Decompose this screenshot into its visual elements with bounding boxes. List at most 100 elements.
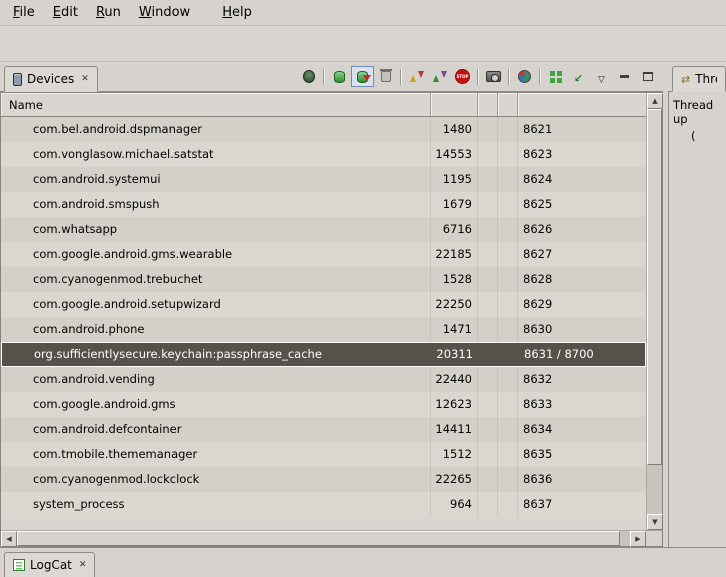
spacer-cell	[478, 117, 498, 142]
process-name-cell: system_process	[1, 492, 431, 517]
menu-window[interactable]: Window	[130, 1, 199, 24]
menu-edit[interactable]: Edit	[44, 1, 87, 24]
spacer-cell	[478, 242, 498, 267]
column-header-b[interactable]	[498, 93, 518, 116]
column-header-a[interactable]	[478, 93, 498, 116]
horizontal-scroll-thumb[interactable]	[17, 531, 620, 546]
spacer-cell	[478, 492, 498, 517]
table-row[interactable]: com.google.android.gms 12623 8633	[1, 392, 646, 417]
menu-help[interactable]: Help	[213, 1, 261, 24]
process-name-cell: com.android.defcontainer	[1, 417, 431, 442]
spacer-cell	[499, 343, 519, 366]
port-cell: 8623	[518, 142, 646, 167]
table-row[interactable]: com.android.vending 22440 8632	[1, 367, 646, 392]
tab-threads[interactable]: Threads	[672, 66, 726, 92]
table-row[interactable]: com.whatsapp 6716 8626	[1, 217, 646, 242]
table-row[interactable]: com.google.android.gms.wearable 22185 86…	[1, 242, 646, 267]
logcat-icon	[13, 559, 25, 571]
scroll-down-button[interactable]: ▼	[647, 514, 663, 530]
menu-file[interactable]: File	[4, 1, 44, 24]
table-row[interactable]: org.sufficientlysecure.keychain:passphra…	[1, 342, 646, 367]
system-info-button[interactable]	[513, 66, 536, 87]
close-icon[interactable]: ✕	[77, 561, 87, 570]
device-table-body: com.bel.android.dspmanager 1480 8621 com…	[1, 117, 646, 530]
table-row[interactable]: com.android.systemui 1195 8624	[1, 167, 646, 192]
pie-chart-icon	[518, 70, 531, 83]
spacer-cell	[478, 317, 498, 342]
view-menu-button[interactable]	[590, 66, 613, 87]
vertical-scrollbar[interactable]: ▲ ▼	[646, 93, 662, 530]
table-row[interactable]: com.google.android.setupwizard 22250 862…	[1, 292, 646, 317]
port-cell: 8633	[518, 392, 646, 417]
scroll-up-button[interactable]: ▲	[647, 93, 663, 109]
table-row[interactable]: com.tmobile.thememanager 1512 8635	[1, 442, 646, 467]
pid-cell: 1512	[431, 442, 478, 467]
spacer-cell	[478, 392, 498, 417]
vertical-scroll-track[interactable]	[647, 109, 662, 514]
port-cell: 8632	[518, 367, 646, 392]
tab-logcat[interactable]: LogCat ✕	[4, 552, 95, 577]
update-heap-button[interactable]	[328, 66, 351, 87]
scroll-left-button[interactable]: ◀	[1, 531, 17, 547]
vertical-scroll-thumb[interactable]	[647, 109, 662, 465]
column-header-pid[interactable]	[431, 93, 478, 116]
port-cell: 8634	[518, 417, 646, 442]
pid-cell: 14553	[431, 142, 478, 167]
opengl-trace-button[interactable]	[567, 66, 590, 87]
close-icon[interactable]: ✕	[79, 75, 89, 84]
toolbar-separator	[539, 69, 541, 85]
maximize-button[interactable]	[636, 66, 659, 87]
table-row[interactable]: com.android.defcontainer 14411 8634	[1, 417, 646, 442]
spacer-cell	[498, 242, 518, 267]
table-row[interactable]: com.bel.android.dspmanager 1480 8621	[1, 117, 646, 142]
process-name-cell: com.cyanogenmod.trebuchet	[1, 267, 431, 292]
table-row[interactable]: com.android.phone 1471 8630	[1, 317, 646, 342]
process-name-cell: com.android.systemui	[1, 167, 431, 192]
table-header: Name	[1, 93, 646, 117]
method-profiling-button[interactable]	[428, 66, 451, 87]
devices-tabbar: Devices ✕	[0, 62, 663, 92]
table-row[interactable]: com.cyanogenmod.trebuchet 1528 8628	[1, 267, 646, 292]
minimize-button[interactable]	[613, 66, 636, 87]
port-cell: 8630	[518, 317, 646, 342]
screen-capture-button[interactable]	[482, 66, 505, 87]
table-row[interactable]: system_process 964 8637	[1, 492, 646, 517]
menu-run[interactable]: Run	[87, 1, 130, 24]
spacer-cell	[498, 217, 518, 242]
spacer-cell	[478, 167, 498, 192]
pid-cell: 964	[431, 492, 478, 517]
process-name-cell: com.bel.android.dspmanager	[1, 117, 431, 142]
spacer-cell	[478, 417, 498, 442]
horizontal-scrollbar[interactable]: ◀ ▶	[1, 531, 646, 546]
column-header-name[interactable]: Name	[1, 93, 431, 116]
scroll-right-button[interactable]: ▶	[630, 531, 646, 547]
scrollbar-corner	[646, 531, 662, 546]
spacer-cell	[498, 192, 518, 217]
pid-cell: 1679	[431, 192, 478, 217]
table-row[interactable]: com.cyanogenmod.lockclock 22265 8636	[1, 467, 646, 492]
threads-tabbar: Threads	[668, 62, 726, 92]
debug-process-button[interactable]	[297, 66, 320, 87]
table-row[interactable]: com.vonglasow.michael.satstat 14553 8623	[1, 142, 646, 167]
capture-systrace-button[interactable]	[544, 66, 567, 87]
spacer-cell	[498, 367, 518, 392]
heap-icon	[334, 71, 345, 83]
dump-hprof-button[interactable]	[351, 66, 374, 87]
column-header-port[interactable]	[518, 93, 646, 116]
cause-gc-button[interactable]	[374, 66, 397, 87]
tab-devices[interactable]: Devices ✕	[4, 66, 98, 92]
main-toolbar	[0, 26, 726, 62]
threads-tab-label: Threads	[695, 72, 717, 86]
process-name-cell: com.android.vending	[1, 367, 431, 392]
pid-cell: 1480	[431, 117, 478, 142]
workspace: Devices ✕	[0, 62, 726, 547]
update-threads-button[interactable]	[405, 66, 428, 87]
spacer-cell	[498, 292, 518, 317]
maximize-icon	[643, 72, 653, 81]
stop-process-button[interactable]	[451, 66, 474, 87]
process-name-cell: org.sufficientlysecure.keychain:passphra…	[2, 343, 432, 366]
spacer-cell	[498, 317, 518, 342]
horizontal-scroll-track[interactable]	[17, 531, 630, 546]
port-cell: 8628	[518, 267, 646, 292]
table-row[interactable]: com.android.smspush 1679 8625	[1, 192, 646, 217]
